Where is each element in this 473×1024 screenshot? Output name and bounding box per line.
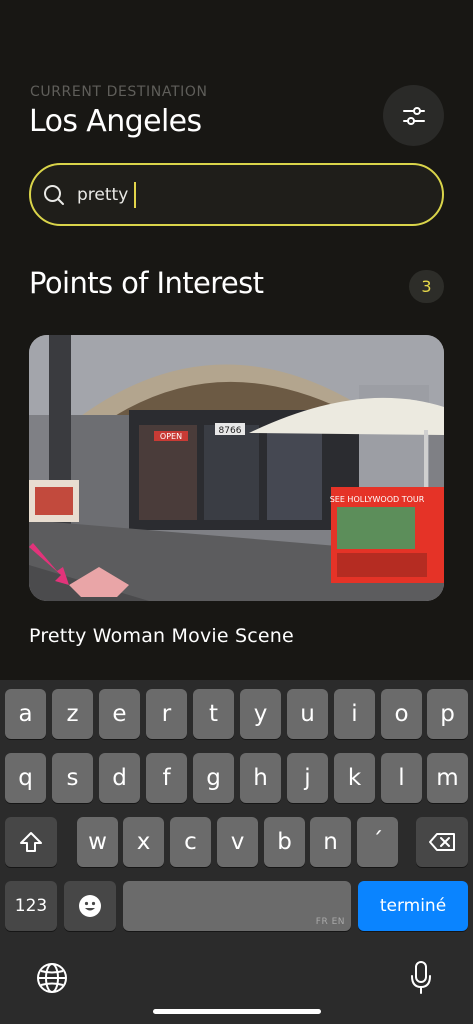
storefront-photo: OPEN 8766 SEE HOLLYWOOD TOUR bbox=[29, 335, 444, 601]
space-bar[interactable]: FR EN bbox=[123, 881, 351, 931]
destination-label: CURRENT DESTINATION bbox=[30, 84, 208, 100]
poi-card-title[interactable]: Pretty Woman Movie Scene bbox=[29, 625, 294, 647]
globe-icon bbox=[37, 963, 67, 993]
tour-sign: SEE HOLLYWOOD TOUR bbox=[330, 495, 425, 504]
language-hint: FR EN bbox=[315, 917, 345, 927]
key-d[interactable]: d bbox=[99, 753, 140, 803]
key-o[interactable]: o bbox=[381, 689, 422, 739]
dictation-button[interactable] bbox=[409, 960, 433, 996]
search-input-value[interactable]: pretty bbox=[77, 185, 128, 205]
key-a[interactable]: a bbox=[5, 689, 46, 739]
key-j[interactable]: j bbox=[287, 753, 328, 803]
key-g[interactable]: g bbox=[193, 753, 234, 803]
delete-icon bbox=[429, 833, 455, 851]
key-t[interactable]: t bbox=[193, 689, 234, 739]
destination-city: Los Angeles bbox=[29, 104, 202, 139]
poi-card-image[interactable]: OPEN 8766 SEE HOLLYWOOD TOUR bbox=[29, 335, 444, 601]
section-title: Points of Interest bbox=[29, 266, 264, 300]
key-v[interactable]: v bbox=[217, 817, 258, 867]
home-indicator[interactable] bbox=[153, 1009, 321, 1014]
numbers-key[interactable]: 123 bbox=[5, 881, 57, 931]
done-key[interactable]: terminé bbox=[358, 881, 468, 931]
key-z[interactable]: z bbox=[52, 689, 93, 739]
key-q[interactable]: q bbox=[5, 753, 46, 803]
key-r[interactable]: r bbox=[146, 689, 187, 739]
key-y[interactable]: y bbox=[240, 689, 281, 739]
microphone-icon bbox=[411, 961, 431, 994]
filter-button[interactable] bbox=[383, 85, 444, 146]
sliders-icon bbox=[402, 106, 425, 125]
globe-button[interactable] bbox=[36, 962, 68, 994]
key-i[interactable]: i bbox=[334, 689, 375, 739]
delete-key[interactable] bbox=[416, 817, 468, 867]
key-u[interactable]: u bbox=[287, 689, 328, 739]
address-sign: 8766 bbox=[219, 426, 242, 436]
open-sign: OPEN bbox=[160, 432, 182, 441]
search-icon bbox=[44, 184, 64, 205]
key-b[interactable]: b bbox=[264, 817, 305, 867]
results-count-badge: 3 bbox=[409, 270, 444, 303]
key-l[interactable]: l bbox=[381, 753, 422, 803]
onscreen-keyboard: a z e r t y u i o p q s d f g h j k l m … bbox=[0, 680, 473, 1024]
emoji-key[interactable] bbox=[64, 881, 116, 931]
key-c[interactable]: c bbox=[170, 817, 211, 867]
key-e[interactable]: e bbox=[99, 689, 140, 739]
key-n[interactable]: n bbox=[310, 817, 351, 867]
key-w[interactable]: w bbox=[77, 817, 118, 867]
key-f[interactable]: f bbox=[146, 753, 187, 803]
key-accent[interactable]: ´ bbox=[357, 817, 398, 867]
key-k[interactable]: k bbox=[334, 753, 375, 803]
key-s[interactable]: s bbox=[52, 753, 93, 803]
emoji-icon bbox=[79, 895, 101, 917]
key-x[interactable]: x bbox=[123, 817, 164, 867]
key-p[interactable]: p bbox=[427, 689, 468, 739]
search-field[interactable]: pretty bbox=[29, 163, 444, 226]
key-m[interactable]: m bbox=[427, 753, 468, 803]
key-h[interactable]: h bbox=[240, 753, 281, 803]
shift-icon bbox=[20, 832, 42, 852]
text-caret bbox=[134, 181, 137, 208]
shift-key[interactable] bbox=[5, 817, 57, 867]
